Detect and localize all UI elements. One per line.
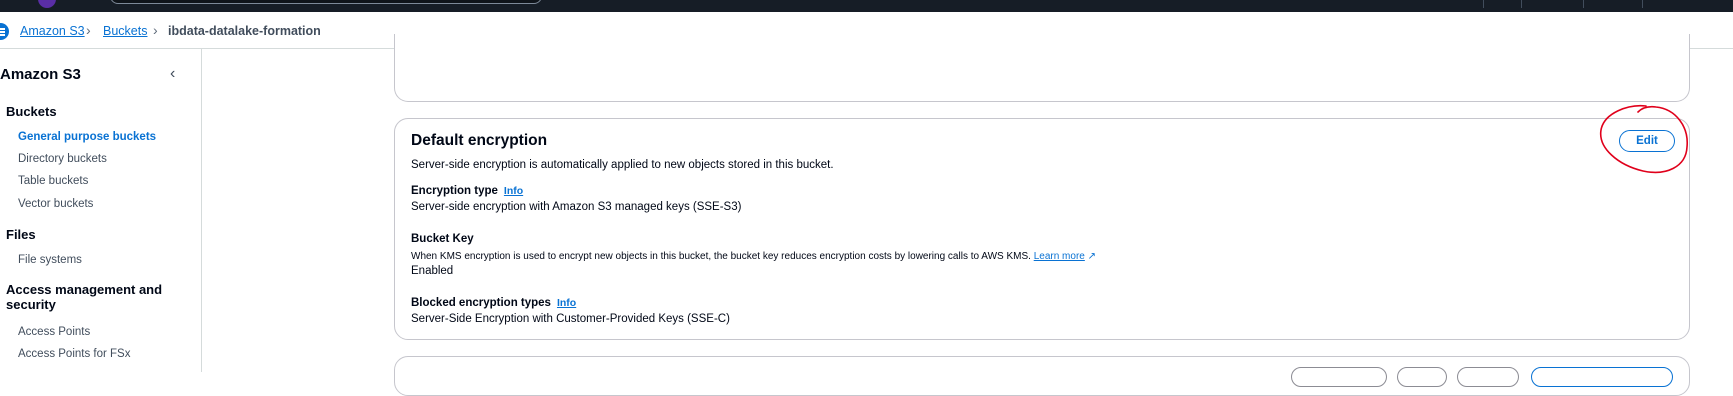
- menu-icon[interactable]: [0, 23, 9, 40]
- top-navigation-bar: [0, 0, 1733, 12]
- bucket-key-description-text: When KMS encryption is used to encrypt n…: [411, 251, 1031, 262]
- sidebar-item-general-purpose-buckets[interactable]: General purpose buckets: [18, 131, 156, 143]
- topbar-divider: [1521, 0, 1522, 8]
- blocked-encryption-types-label-text: Blocked encryption types: [411, 297, 551, 309]
- sidebar-section-title-line: Access management and: [6, 282, 163, 297]
- default-encryption-container: Default encryption Edit Server-side encr…: [394, 118, 1690, 340]
- learn-more-link[interactable]: Learn more: [1034, 251, 1085, 262]
- sidebar-section-buckets: Buckets: [6, 104, 57, 119]
- action-button[interactable]: [1397, 367, 1447, 387]
- blocked-encryption-types-value: Server-Side Encryption with Customer-Pro…: [411, 313, 730, 325]
- edit-button[interactable]: Edit: [1619, 130, 1675, 152]
- global-search-input[interactable]: [110, 0, 542, 4]
- app-launcher-icon[interactable]: [38, 0, 56, 8]
- collapse-sidebar-icon[interactable]: ‹: [170, 65, 175, 83]
- sidebar-item-directory-buckets[interactable]: Directory buckets: [18, 153, 107, 165]
- breadcrumb-amazon-s3[interactable]: Amazon S3: [20, 24, 85, 38]
- sidebar-section-access-management: Access management and security: [6, 282, 162, 312]
- next-container: [394, 356, 1690, 396]
- chevron-right-icon: ›: [153, 22, 158, 38]
- encryption-type-label: Encryption type Info: [411, 185, 523, 197]
- primary-action-button[interactable]: [1531, 367, 1673, 387]
- blocked-types-info-link[interactable]: Info: [557, 297, 576, 309]
- sidebar-section-title-line: security: [6, 297, 56, 312]
- section-title: Default encryption: [411, 132, 548, 149]
- action-button[interactable]: [1291, 367, 1387, 387]
- sidebar-item-file-systems[interactable]: File systems: [18, 254, 82, 266]
- action-button[interactable]: [1457, 367, 1519, 387]
- section-description: Server-side encryption is automatically …: [411, 159, 834, 171]
- side-navigation: Amazon S3 ‹ Buckets General purpose buck…: [0, 49, 202, 372]
- sidebar-item-access-points[interactable]: Access Points: [18, 326, 90, 338]
- encryption-type-label-text: Encryption type: [411, 185, 498, 197]
- topbar-divider: [1642, 0, 1643, 8]
- bucket-key-label: Bucket Key: [411, 233, 474, 245]
- chevron-right-icon: ›: [86, 22, 91, 38]
- topbar-divider: [1483, 0, 1484, 8]
- bucket-key-description: When KMS encryption is used to encrypt n…: [411, 251, 1096, 262]
- breadcrumb-buckets[interactable]: Buckets: [103, 24, 147, 38]
- sidebar-item-access-points-fsx[interactable]: Access Points for FSx: [18, 348, 130, 360]
- sidebar-title: Amazon S3: [0, 66, 81, 83]
- topbar-divider: [1583, 0, 1584, 8]
- sidebar-section-files: Files: [6, 227, 36, 242]
- encryption-type-info-link[interactable]: Info: [504, 185, 523, 197]
- previous-container: [394, 34, 1690, 102]
- encryption-type-value: Server-side encryption with Amazon S3 ma…: [411, 201, 742, 213]
- external-link-icon: ↗: [1087, 251, 1097, 262]
- sidebar-item-table-buckets[interactable]: Table buckets: [18, 175, 88, 187]
- bucket-key-value: Enabled: [411, 265, 454, 277]
- sidebar-item-vector-buckets[interactable]: Vector buckets: [18, 198, 93, 210]
- breadcrumb-current: ibdata-datalake-formation: [168, 24, 321, 38]
- blocked-encryption-types-label: Blocked encryption types Info: [411, 297, 576, 309]
